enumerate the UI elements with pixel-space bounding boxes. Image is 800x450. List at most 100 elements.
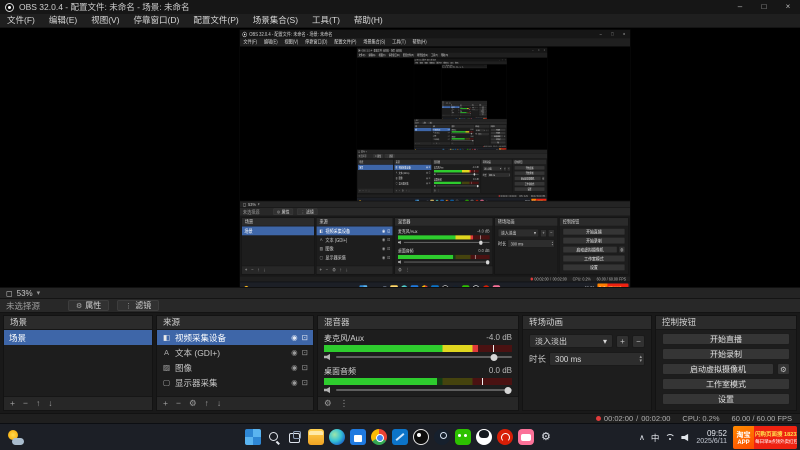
task-view-icon[interactable]: [287, 429, 303, 445]
weather-widget-icon[interactable]: [7, 429, 24, 446]
tray-chevron-up-icon[interactable]: ∧: [639, 433, 645, 442]
search-icon[interactable]: [266, 429, 282, 445]
studio-mode-button[interactable]: 工作室模式: [662, 378, 790, 390]
speaker-icon[interactable]: [324, 353, 330, 361]
visibility-eye-icon: ◉: [381, 228, 386, 234]
remove-transition-button[interactable]: −: [632, 334, 645, 348]
source-row[interactable]: A 文本 (GDI+) ◉ ⊡: [157, 345, 313, 360]
qq-icon[interactable]: [476, 429, 492, 445]
settings-button[interactable]: 设置: [662, 393, 790, 405]
start-recording-button[interactable]: 开始录制: [662, 348, 790, 360]
edge-browser-icon[interactable]: [329, 429, 345, 445]
mixer-gear-icon: ⚙: [397, 266, 402, 273]
taskbar-clock: 09:52 2025/6/11: [495, 149, 498, 150]
vscode-icon[interactable]: [392, 429, 408, 445]
volume-slider-handle[interactable]: [490, 354, 498, 361]
transitions-dock-title: 转场动画: [494, 218, 558, 227]
ad-brand-line1: 淘宝: [736, 431, 751, 439]
zoom-box-icon[interactable]: ◻: [6, 289, 13, 298]
spin-down-icon[interactable]: ▾: [639, 359, 642, 364]
wechat-icon[interactable]: [455, 429, 471, 445]
speaker-icon[interactable]: [324, 386, 330, 394]
source-label: 图像: [398, 176, 403, 180]
source-properties-gear-icon[interactable]: ⚙: [189, 397, 197, 410]
virtual-camera-button[interactable]: 启动虚拟摄像机: [662, 363, 774, 375]
source-down-icon: ↓: [408, 188, 410, 193]
close-button[interactable]: ×: [776, 0, 800, 14]
settings-gear-icon[interactable]: [539, 429, 555, 445]
scene-up-icon[interactable]: ↑: [36, 397, 40, 410]
bilibili-icon[interactable]: [518, 429, 534, 445]
add-transition-button[interactable]: +: [616, 334, 629, 348]
volume-icon[interactable]: [681, 433, 689, 442]
source-label: 显示器采集: [175, 377, 218, 388]
volume-slider-handle[interactable]: [504, 387, 512, 394]
network-icon[interactable]: [665, 433, 675, 442]
bilibili-icon: [492, 285, 501, 287]
lock-icon[interactable]: ⊡: [302, 348, 308, 357]
menu-help[interactable]: 帮助(H): [347, 14, 390, 27]
lock-icon[interactable]: ⊡: [302, 333, 308, 342]
add-scene-icon[interactable]: +: [10, 397, 15, 410]
add-source-icon[interactable]: +: [163, 397, 168, 410]
mixer-gear-icon[interactable]: ⚙: [324, 397, 332, 410]
chevron-down-icon[interactable]: ▾: [37, 289, 41, 297]
remove-scene-icon[interactable]: −: [23, 397, 28, 410]
menu-file[interactable]: 文件(F): [0, 14, 42, 27]
scene-down-icon[interactable]: ↓: [48, 397, 52, 410]
source-down-icon[interactable]: ↓: [217, 397, 221, 410]
mixer-gear-icon: ⚙: [451, 142, 453, 145]
chevron-down-icon: ▾: [533, 230, 536, 236]
file-explorer-icon[interactable]: [308, 429, 324, 445]
visibility-eye-icon[interactable]: ◉: [291, 348, 298, 357]
menu-profile[interactable]: 配置文件(P): [186, 14, 245, 27]
taskbar-clock[interactable]: 09:52 2025/6/11: [696, 429, 727, 447]
steam-icon[interactable]: [434, 429, 450, 445]
source-row[interactable]: ▨ 图像 ◉ ⊡: [157, 360, 313, 375]
chrome-browser-icon[interactable]: [371, 429, 387, 445]
start-button-icon[interactable]: [245, 429, 261, 445]
source-row: ◧ 视频采集设备 ◉ ⊡: [316, 226, 393, 236]
virtual-camera-gear-icon[interactable]: ⚙: [777, 363, 790, 375]
scene-row[interactable]: 场景: [4, 330, 152, 345]
duration-spinbox[interactable]: 300 ms ▴ ▾: [549, 352, 645, 366]
obs-taskbar-icon[interactable]: [413, 429, 429, 445]
mixer-db-value: -4.0 dB: [486, 333, 512, 342]
menu-scene-collection[interactable]: 场景集合(S): [246, 14, 305, 27]
source-row[interactable]: ◧ 视频采集设备 ◉ ⊡: [157, 330, 313, 345]
transition-select[interactable]: 淡入淡出 ▾: [529, 334, 613, 348]
source-up-icon[interactable]: ↑: [205, 397, 209, 410]
taobao-ad-body: 闪购页面搜 18233 每日早9点领外卖红包: [536, 198, 547, 201]
source-row[interactable]: ▢ 显示器采集 ◉ ⊡: [157, 375, 313, 390]
netease-music-icon[interactable]: [497, 429, 513, 445]
visibility-eye-icon[interactable]: ◉: [291, 363, 298, 372]
menu-docks[interactable]: 停靠窗口(D): [127, 14, 187, 27]
chevron-down-icon: ▾: [257, 202, 260, 207]
volume-slider[interactable]: [336, 352, 512, 362]
properties-label: 属性: [377, 154, 382, 158]
mixer-channel-name: 麦克风/Aux: [397, 228, 418, 235]
lock-icon[interactable]: ⊡: [302, 363, 308, 372]
filters-button[interactable]: ⋮ 滤镜: [117, 300, 160, 311]
microsoft-store-icon[interactable]: [350, 429, 366, 445]
ad-text-line1: 闪购页面搜 18233: [536, 200, 546, 201]
visibility-eye-icon[interactable]: ◉: [291, 333, 298, 342]
preview-canvas[interactable]: OBS 32.0.4 - 配置文件: 未命名 - 场景: 未命名 – □ × 文…: [0, 28, 800, 287]
add-source-icon: +: [319, 266, 322, 273]
properties-button[interactable]: ⚙ 属性: [68, 300, 110, 311]
input-method-indicator[interactable]: 中: [651, 432, 660, 444]
preview-zoom-value[interactable]: 53%: [17, 289, 33, 298]
minimize-button[interactable]: –: [728, 0, 752, 14]
controls-dock: 控制按钮 开始直播 开始录制 启动虚拟摄像机 ⚙ 工作室模式 设置: [489, 124, 507, 146]
lock-icon[interactable]: ⊡: [302, 378, 308, 387]
menu-tools[interactable]: 工具(T): [305, 14, 347, 27]
mixer-more-icon[interactable]: ⋮: [340, 397, 349, 410]
visibility-eye-icon[interactable]: ◉: [291, 378, 298, 387]
menu-view[interactable]: 视图(V): [84, 14, 126, 27]
start-streaming-button[interactable]: 开始直播: [662, 333, 790, 345]
maximize-button[interactable]: □: [752, 0, 776, 14]
taobao-ad[interactable]: 淘宝 APP 闪购页面搜 18233 每日早9点领外卖红包: [733, 426, 797, 449]
menu-edit[interactable]: 编辑(E): [42, 14, 84, 27]
remove-source-icon[interactable]: −: [176, 397, 181, 410]
volume-slider[interactable]: [336, 385, 512, 395]
